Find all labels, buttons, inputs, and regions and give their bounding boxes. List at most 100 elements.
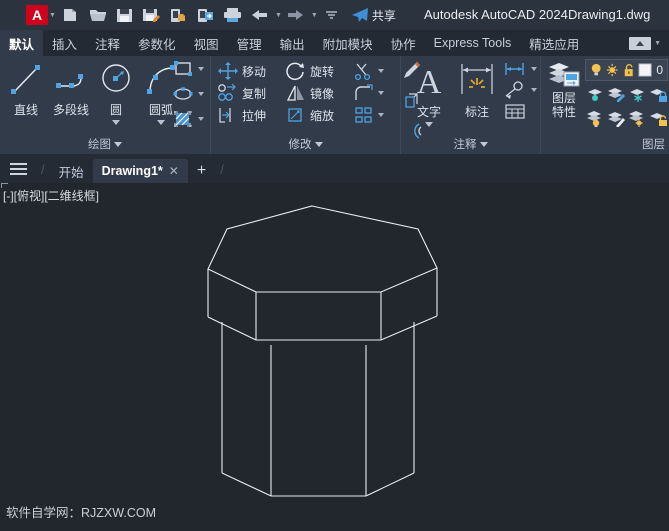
share-label: 共享 [371, 8, 396, 23]
share-button[interactable]: 共享 [351, 7, 396, 24]
menu-hamburger-icon[interactable] [0, 154, 36, 183]
app-menu-chevron-down-icon[interactable]: ▼ [49, 12, 56, 19]
annotation-panel-title[interactable]: 注释 [401, 136, 540, 152]
polyline-tool[interactable]: 多段线 [49, 60, 93, 125]
trim-tool[interactable] [353, 61, 395, 81]
ribbon-tab-output[interactable]: 输出 [271, 30, 314, 56]
ribbon-tab-collaborate[interactable]: 协作 [382, 30, 425, 56]
hatch-tool[interactable] [172, 109, 204, 129]
current-layer-control[interactable]: 0 [585, 59, 668, 81]
trim-tool-chevron-down-icon[interactable] [378, 69, 384, 73]
array-tool-chevron-down-icon[interactable] [378, 113, 384, 117]
file-tab-start[interactable]: 开始 [50, 159, 93, 183]
layer-unlock-all-icon[interactable] [648, 108, 669, 129]
file-tab-bar: / 开始 Drawing1* ✕ + / [0, 154, 669, 183]
ribbon-tab-view[interactable]: 视图 [185, 30, 228, 56]
ribbon-tab-home[interactable]: 默认 [0, 30, 44, 56]
application-menu-button[interactable]: A [26, 5, 48, 25]
copy-tool[interactable]: 复制 [217, 83, 285, 103]
ribbon-tab-addins[interactable]: 附加模块 [314, 30, 382, 56]
close-icon[interactable]: ✕ [169, 164, 179, 178]
layer-properties-label-1: 图层 [551, 91, 576, 105]
ribbon-tab-manage[interactable]: 管理 [228, 30, 271, 56]
qat-customize-icon[interactable] [319, 2, 345, 28]
drawing-canvas[interactable]: [-][俯视][二维线框] 软件自学网：RJZXW.COM [0, 183, 669, 531]
stretch-tool[interactable]: 拉伸 [217, 105, 285, 125]
rotate-tool[interactable]: 旋转 [285, 61, 353, 81]
ribbon-tab-insert[interactable]: 插入 [43, 30, 86, 56]
layer-unlock-icon[interactable] [623, 62, 634, 78]
redo-icon[interactable] [283, 2, 309, 28]
rectangle-icon [174, 61, 192, 76]
save-to-cloud-icon[interactable] [193, 2, 219, 28]
layer-edit-icon[interactable] [606, 84, 627, 105]
modify-panel-title[interactable]: 修改 [211, 136, 400, 152]
rectangle-tool[interactable] [172, 59, 204, 79]
line-icon [11, 65, 40, 94]
linear-dimension-tool[interactable] [503, 60, 537, 78]
redo-chevron-down-icon[interactable]: ▼ [311, 12, 318, 19]
table-tool[interactable] [503, 102, 537, 120]
ribbon-tab-label: 管理 [236, 37, 262, 52]
mirror-tool[interactable]: 镜像 [285, 83, 353, 103]
layer-thaw-icon[interactable] [606, 62, 618, 78]
text-tool[interactable]: A 文字 [407, 60, 451, 127]
new-drawing-tab-button[interactable]: + [188, 159, 215, 183]
arc-tool-chevron-down-icon[interactable] [157, 120, 165, 125]
scale-tool[interactable]: 缩放 [285, 105, 353, 125]
layer-on-icon[interactable] [590, 62, 602, 78]
draw-panel-title[interactable]: 绘图 [0, 136, 210, 152]
ribbon-tab-label: 附加模块 [322, 37, 373, 52]
ellipse-tool[interactable] [172, 84, 204, 104]
array-tool[interactable] [353, 105, 395, 125]
circle-tool-chevron-down-icon[interactable] [112, 120, 120, 125]
layer-lock-icon[interactable] [648, 84, 669, 105]
undo-icon[interactable] [247, 2, 273, 28]
layer-match-icon[interactable] [606, 108, 627, 129]
share-icon [351, 8, 368, 22]
open-file-icon[interactable] [85, 2, 111, 28]
move-tool-label: 移动 [242, 64, 267, 79]
fillet-tool[interactable] [353, 83, 395, 103]
rotate-icon [286, 62, 304, 81]
hatch-tool-chevron-down-icon[interactable] [198, 117, 204, 121]
move-tool[interactable]: 移动 [217, 61, 285, 81]
ribbon-minimize-chevron-down-icon[interactable]: ▼ [654, 40, 661, 47]
circle-tool[interactable]: 圆 [94, 60, 138, 125]
layer-thaw-all-icon[interactable] [627, 108, 648, 129]
ribbon-panel-modify: 移动 旋转 复制 镜像 拉伸 缩放 修改 [210, 56, 422, 154]
layer-properties-button[interactable]: 图层 特性 [544, 61, 584, 119]
ribbon-tab-parametric[interactable]: 参数化 [129, 30, 185, 56]
fillet-tool-chevron-down-icon[interactable] [378, 91, 384, 95]
plot-icon[interactable] [220, 2, 246, 28]
open-from-cloud-icon[interactable] [166, 2, 192, 28]
layer-panel-title[interactable]: 图层 [642, 136, 665, 152]
leader-tool[interactable] [503, 81, 537, 99]
dimension-tool[interactable]: 标注 [455, 60, 499, 127]
file-tab-drawing1[interactable]: Drawing1* ✕ [92, 159, 188, 183]
save-icon[interactable] [112, 2, 138, 28]
document-title: Drawing1.dwg [568, 7, 651, 22]
hatch-icon [174, 111, 192, 127]
layer-color-swatch[interactable] [638, 62, 652, 78]
ellipse-tool-chevron-down-icon[interactable] [198, 92, 204, 96]
ribbon-panel-container: 直线 多段线 圆 圆弧 绘图 移动 旋转 复制 镜像 拉伸 缩放 修改 A 文字… [0, 56, 669, 154]
ribbon-minimize-button[interactable]: ▼ [629, 30, 661, 56]
linear-dimension-chevron-down-icon[interactable] [531, 67, 537, 71]
text-tool-chevron-down-icon[interactable] [425, 122, 433, 127]
polyline-tool-label: 多段线 [52, 103, 89, 117]
ribbon-tab-featured-apps[interactable]: 精选应用 [520, 30, 588, 56]
rectangle-tool-chevron-down-icon[interactable] [198, 67, 204, 71]
leader-chevron-down-icon[interactable] [531, 88, 537, 92]
annotation-panel-expand-icon [479, 141, 488, 147]
layer-tools-grid [585, 84, 669, 129]
new-file-icon[interactable] [58, 2, 84, 28]
undo-chevron-down-icon[interactable]: ▼ [275, 12, 282, 19]
ribbon-tab-express-tools[interactable]: Express Tools [425, 30, 521, 56]
line-tool[interactable]: 直线 [4, 60, 48, 125]
ribbon-tab-annotate[interactable]: 注释 [86, 30, 129, 56]
layer-freeze-icon[interactable] [627, 84, 648, 105]
layer-isolate-icon[interactable] [585, 84, 606, 105]
save-as-icon[interactable] [139, 2, 165, 28]
layer-off-icon[interactable] [585, 108, 606, 129]
